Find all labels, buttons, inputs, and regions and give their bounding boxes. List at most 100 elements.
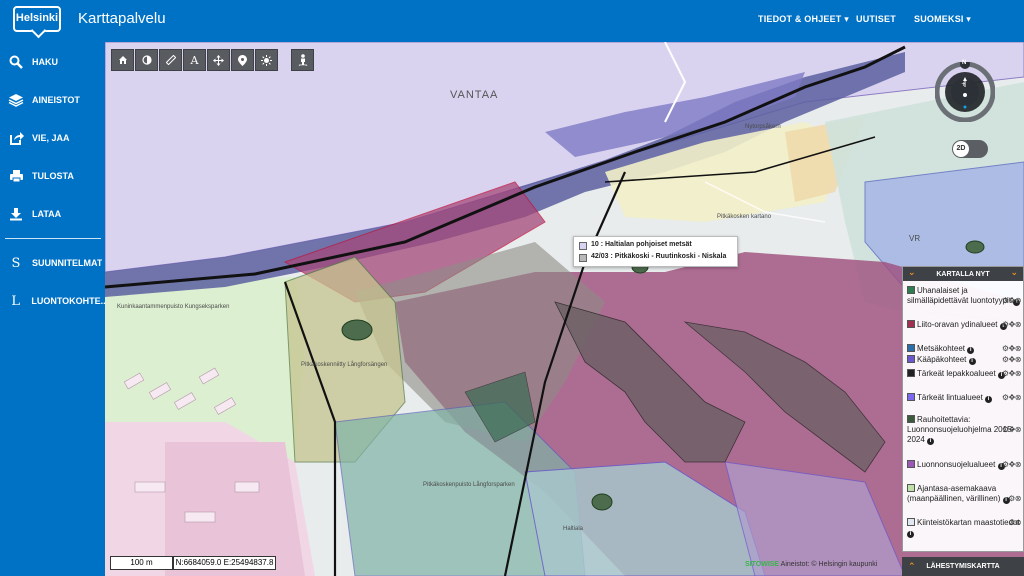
info-icon[interactable]: i: [907, 531, 914, 538]
contrast-icon[interactable]: [135, 49, 158, 71]
sidebar-item-print[interactable]: TULOSTA: [0, 159, 105, 193]
layer-item[interactable]: Ajantasa-asemakaava (maanpäällinen, väri…: [907, 484, 1021, 504]
chevron-down-icon[interactable]: ⌄: [908, 267, 916, 278]
sidebar-divider: [5, 238, 101, 239]
chevron-down-icon[interactable]: ⌄: [1010, 267, 1018, 278]
layer-label: Tärkeät lepakkoalueet: [917, 369, 996, 378]
sidebar-item-label: LATAA: [32, 209, 62, 219]
coordinate-readout: N:6684059.0 E:25494837.8: [173, 556, 276, 570]
panel-header[interactable]: ⌄ KARTALLA NYT ⌄: [903, 267, 1023, 281]
layer-controls[interactable]: ⚙⊗: [1008, 518, 1021, 528]
layer-item[interactable]: Liito-oravan ydinalueet i ⚙✥⊗: [907, 320, 1022, 330]
layer-controls[interactable]: ⚙✥⊗: [1002, 320, 1022, 330]
layer-swatch: [907, 393, 915, 401]
layer-controls[interactable]: ⚙✥⊗: [1002, 296, 1022, 306]
view-mode-label: 2D: [953, 141, 969, 157]
map-label-vr: VR: [909, 234, 921, 243]
layer-controls[interactable]: ⚙⊗: [1008, 494, 1021, 504]
map-label-pitkakoski-manor: Pitkäkosken kartano: [717, 214, 772, 220]
nature-icon: L: [11, 293, 20, 309]
location-pin-icon[interactable]: [231, 49, 254, 71]
info-icon[interactable]: i: [985, 396, 993, 403]
layer-label: Uhanalaiset ja silmälläpidettävät luonto…: [907, 286, 1012, 305]
sidebar: HAKU AINEISTOT VIE, JAA TULOSTA LATAA S …: [0, 42, 105, 576]
layer-swatch: [907, 369, 915, 377]
overview-map-toggle[interactable]: ⌃ LÄHESTYMISKARTTA: [902, 557, 1024, 576]
nav-news[interactable]: UUTISET: [856, 14, 896, 24]
layer-label: Luonnonsuojelualueet: [917, 460, 996, 469]
layer-controls[interactable]: ⚙✥⊗: [1002, 460, 1022, 470]
sidebar-item-label: AINEISTOT: [32, 95, 80, 105]
layer-swatch: [907, 415, 915, 423]
popup-row[interactable]: 10 : Haltialan pohjoiset metsät: [579, 241, 732, 250]
layer-swatch: [907, 484, 915, 492]
layer-controls[interactable]: ⚙✥⊗: [1002, 369, 1022, 379]
sidebar-item-search[interactable]: HAKU: [0, 45, 105, 79]
app-header: Helsinki Karttapalvelu TIEDOT & OHJEET ▾…: [0, 0, 1024, 42]
info-icon[interactable]: i: [967, 347, 975, 354]
map-layers: [105, 42, 1024, 576]
attribution-text: Aineistot: © Helsingin kaupunki: [780, 561, 878, 568]
map-canvas[interactable]: VANTAA Pitkäkosken kartano VR Nytorpsåke…: [105, 42, 1024, 576]
helsinki-logo[interactable]: Helsinki: [13, 6, 61, 32]
map-label-kuninkaantammenpuisto: Kuninkaantammenpuisto Kungseksparken: [117, 304, 230, 310]
layer-label: Ajantasa-asemakaava (maanpäällinen, väri…: [907, 484, 1001, 503]
sidebar-item-datasets[interactable]: AINEISTOT: [0, 83, 105, 117]
panel-title: KARTALLA NYT: [936, 270, 990, 278]
sidebar-item-nature-sites[interactable]: L LUONTOKOHTE...: [0, 284, 105, 318]
search-icon: [8, 54, 24, 70]
layer-item[interactable]: Kääpäkohteet i ⚙✥⊗: [907, 355, 1022, 365]
layer-swatch: [907, 286, 915, 294]
sidebar-item-label: HAKU: [32, 57, 58, 67]
person-icon[interactable]: [291, 49, 314, 71]
layer-label: Rauhoitettavia: Luonnonsuojeluohjelma 20…: [907, 415, 1015, 444]
map-label-pitkakoskenniitty: Pitkäkoskenniitty Långforsängen: [301, 362, 388, 368]
plans-icon: S: [11, 255, 21, 271]
map-label-nytorpsaker: Nytorpsåkern: [745, 124, 781, 130]
layer-controls[interactable]: ⚙✥⊗: [1002, 425, 1022, 435]
sidebar-item-download[interactable]: LATAA: [0, 197, 105, 231]
sidebar-item-plans[interactable]: S SUUNNITELMAT: [0, 246, 105, 280]
layer-item[interactable]: Kiinteistökartan maastotiedot i ⚙⊗: [907, 518, 1021, 538]
ruler-icon[interactable]: [159, 49, 182, 71]
sidebar-item-label: VIE, JAA: [32, 133, 70, 143]
layer-controls[interactable]: ⚙✥⊗: [1002, 393, 1022, 403]
share-icon: [8, 130, 24, 146]
layer-swatch: [907, 320, 915, 328]
layer-label: Kiinteistökartan maastotiedot: [917, 518, 1020, 527]
layer-controls[interactable]: ⚙✥⊗: [1002, 344, 1022, 354]
app-title: Karttapalvelu: [78, 10, 166, 27]
layer-item[interactable]: Luonnonsuojelualueet i ⚙✥⊗: [907, 460, 1022, 470]
nav-language[interactable]: SUOMEKSI ▾: [914, 14, 971, 25]
text-icon[interactable]: A: [183, 49, 206, 71]
nav-info-help[interactable]: TIEDOT & OHJEET ▾: [758, 14, 849, 25]
layer-item[interactable]: Uhanalaiset ja silmälläpidettävät luonto…: [907, 286, 1022, 306]
move-icon[interactable]: [207, 49, 230, 71]
sidebar-item-share[interactable]: VIE, JAA: [0, 121, 105, 155]
popup-swatch: [579, 254, 587, 262]
layers-on-map-panel: ⌄ KARTALLA NYT ⌄ Uhanalaiset ja silmällä…: [902, 266, 1024, 552]
layer-item[interactable]: Metsäkohteet i ⚙✥⊗: [907, 344, 1022, 354]
sidebar-item-label: SUUNNITELMAT: [32, 258, 103, 268]
map-label-vantaa: VANTAA: [450, 89, 499, 101]
attribution-brand[interactable]: SITOWISE: [745, 561, 779, 568]
feature-info-popup: 10 : Haltialan pohjoiset metsät 42/03 : …: [573, 236, 738, 267]
sidebar-item-label: TULOSTA: [32, 171, 74, 181]
compass-control[interactable]: + N: [934, 59, 996, 123]
info-icon[interactable]: i: [927, 438, 935, 445]
layer-controls[interactable]: ⚙✥⊗: [1002, 355, 1022, 365]
map-label-haltiala: Haltiala: [563, 526, 584, 532]
view-mode-toggle[interactable]: 2D: [952, 140, 988, 158]
layer-item[interactable]: Tärkeät lepakkoalueet i ⚙✥⊗: [907, 369, 1022, 379]
sidebar-item-label: LUONTOKOHTE...: [31, 296, 105, 306]
popup-row[interactable]: 42/03 : Pitkäkoski - Ruutinkoski - Niska…: [579, 253, 732, 262]
home-icon[interactable]: [111, 49, 134, 71]
info-icon[interactable]: i: [968, 358, 976, 365]
scale-bar: 100 m: [110, 556, 173, 570]
print-icon: [8, 168, 24, 184]
layer-item[interactable]: Tärkeät lintualueet i ⚙✥⊗: [907, 393, 1022, 403]
layer-item[interactable]: Rauhoitettavia: Luonnonsuojeluohjelma 20…: [907, 415, 1022, 445]
download-icon: [8, 206, 24, 222]
attribution: SITOWISE Aineistot: © Helsingin kaupunki: [745, 561, 877, 568]
brightness-icon[interactable]: [255, 49, 278, 71]
